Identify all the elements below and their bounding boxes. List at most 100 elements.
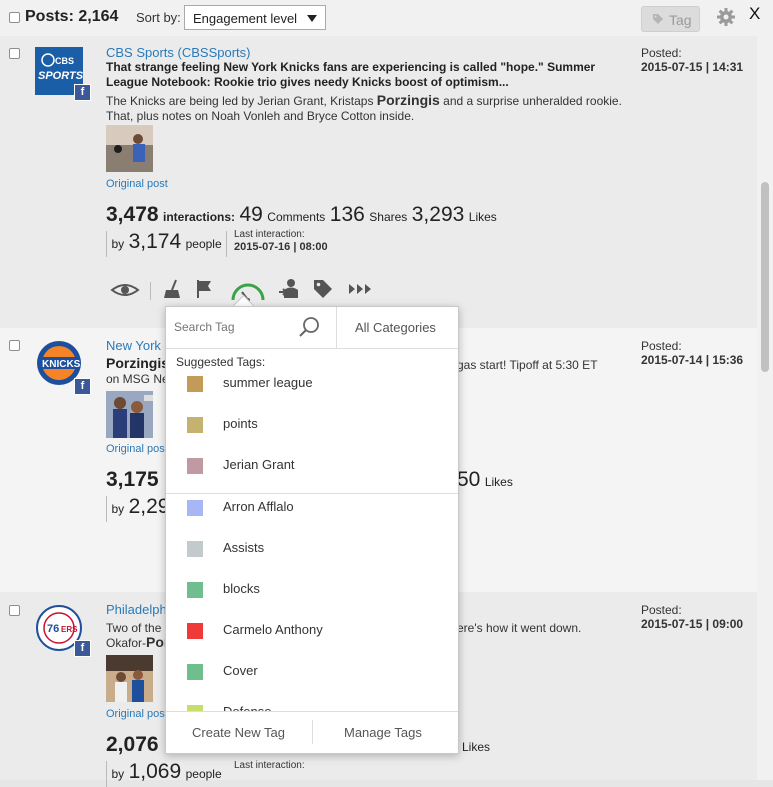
original-post-link[interactable]: Original post (106, 178, 168, 190)
svg-text:ERS: ERS (61, 625, 78, 634)
divider (106, 495, 107, 522)
post-thumbnail[interactable] (106, 125, 153, 172)
people-count: 3,174 (128, 230, 182, 253)
divider (106, 230, 107, 257)
post-source-link[interactable]: New York K (106, 338, 173, 353)
facebook-icon: f (74, 84, 91, 101)
tag-color-swatch (187, 582, 203, 598)
tag-name: points (223, 416, 258, 431)
post-checkbox[interactable] (9, 340, 20, 351)
posted-info: Posted: 2015-07-15 | 09:00 (641, 603, 743, 631)
chevron-down-icon (307, 15, 317, 22)
post-source-link[interactable]: Philadelphi (106, 602, 170, 617)
create-new-tag-button[interactable]: Create New Tag (192, 725, 285, 740)
svg-text:SPORTS: SPORTS (38, 70, 83, 82)
last-interaction-label: Last interaction: (234, 760, 305, 771)
comments-label: Comments (267, 210, 326, 224)
people-label: people (185, 767, 222, 781)
facebook-icon: f (74, 378, 91, 395)
post-body-highlight: Porzingis (376, 92, 440, 108)
likes-label: Likes (484, 475, 513, 489)
select-all-checkbox[interactable] (9, 12, 20, 23)
post-stats-likes: Likes (462, 738, 490, 756)
tag-name: Cover (223, 663, 258, 678)
post-headline: That strange feeling New York Knicks fan… (106, 60, 596, 89)
scrollbar-thumb[interactable] (761, 182, 769, 372)
post-thumbnail[interactable] (106, 391, 153, 438)
tag-item-assists[interactable]: Assists (166, 529, 458, 570)
tag-item-arron-afflalo[interactable]: Arron Afflalo (166, 488, 458, 529)
tag-color-swatch (187, 623, 203, 639)
search-tag-input[interactable] (174, 320, 294, 334)
tag-name: blocks (223, 581, 260, 596)
posted-label: Posted: (641, 339, 682, 353)
tag-item-blocks[interactable]: blocks (166, 570, 458, 611)
manage-tags-button[interactable]: Manage Tags (344, 725, 422, 740)
broom-icon[interactable] (162, 278, 184, 300)
post-checkbox[interactable] (9, 48, 20, 59)
eye-icon[interactable] (110, 280, 140, 300)
tag-icon (653, 14, 663, 24)
svg-text:CBS: CBS (55, 56, 74, 66)
posted-label: Posted: (641, 603, 682, 617)
post-thumbnail[interactable] (106, 655, 153, 702)
posted-label: Posted: (641, 46, 682, 60)
interactions-count: 3,175 (106, 468, 159, 491)
post-people: by 2,29 (106, 495, 169, 522)
last-interaction: Last interaction: 2015-07-16 | 08:00 (234, 229, 328, 254)
close-button[interactable]: X (749, 4, 760, 24)
engagement-gauge-icon[interactable] (230, 278, 266, 302)
post-stats: 2,076 (106, 733, 159, 757)
tag-button[interactable]: Tag (641, 6, 700, 32)
assign-user-icon[interactable] (278, 278, 300, 300)
tag-item-cover[interactable]: Cover (166, 652, 458, 693)
likes-label: Likes (462, 740, 491, 754)
shares-count: 136 (329, 203, 365, 226)
by-label: by (111, 502, 125, 516)
tag-color-swatch (187, 376, 203, 392)
original-post-link[interactable]: Original post (106, 708, 168, 720)
post-people: by 1,069 people (106, 760, 222, 787)
divider (150, 282, 151, 300)
shares-label: Shares (369, 210, 408, 224)
original-post-link[interactable]: Original post (106, 443, 168, 455)
by-label: by (111, 767, 125, 781)
tag-item-carmelo-anthony[interactable]: Carmelo Anthony (166, 611, 458, 652)
tag-item-jerian-grant[interactable]: Jerian Grant (166, 446, 458, 487)
search-icon[interactable] (298, 315, 322, 339)
posts-count: Posts: 2,164 (25, 8, 119, 25)
divider (336, 307, 337, 348)
likes-count: 3,293 (411, 203, 465, 226)
tag-name: Arron Afflalo (223, 499, 294, 514)
tag-name: Carmelo Anthony (223, 622, 323, 637)
tag-item-summer-league[interactable]: summer league (166, 364, 458, 405)
post-body-text: Okafor- (106, 636, 147, 650)
sort-select-value: Engagement level (193, 11, 298, 26)
sort-select[interactable]: Engagement level (184, 5, 326, 30)
toolbar: Posts: 2,164 Sort by: Engagement level T… (0, 0, 773, 36)
all-categories-button[interactable]: All Categories (355, 320, 436, 335)
post-stats-likes: 50 Likes (457, 468, 513, 492)
post-source-link[interactable]: CBS Sports (CBSSports) (106, 45, 251, 60)
posted-time: 2015-07-14 | 15:36 (641, 353, 744, 367)
post-stats: 3,478 interactions: 49 Comments 136 Shar… (106, 203, 497, 227)
post-body: gas start! Tipoff at 5:30 ET (457, 358, 598, 372)
facebook-icon: f (74, 640, 91, 657)
tag-item-points[interactable]: points (166, 405, 458, 446)
posted-info: Posted: 2015-07-15 | 14:31 (641, 46, 743, 74)
interactions-count: 3,478 (106, 203, 159, 226)
more-icon[interactable] (348, 283, 372, 295)
last-interaction-time: 2015-07-16 | 08:00 (234, 241, 328, 253)
gear-icon[interactable] (716, 7, 736, 27)
scrollbar-track[interactable] (757, 36, 773, 780)
post-checkbox[interactable] (9, 605, 20, 616)
sort-by-label: Sort by: (136, 10, 181, 25)
flag-icon[interactable] (194, 278, 216, 300)
posted-info: Posted: 2015-07-14 | 15:36 (641, 339, 743, 367)
interactions-label: interactions: (163, 210, 236, 224)
likes-count: 50 (457, 468, 481, 491)
tag-color-swatch (187, 541, 203, 557)
post-body: The Knicks are being led by Jerian Grant… (106, 93, 626, 124)
tag-icon[interactable] (312, 278, 334, 300)
tag-dropdown: All Categories Suggested Tags: summer le… (165, 306, 459, 754)
